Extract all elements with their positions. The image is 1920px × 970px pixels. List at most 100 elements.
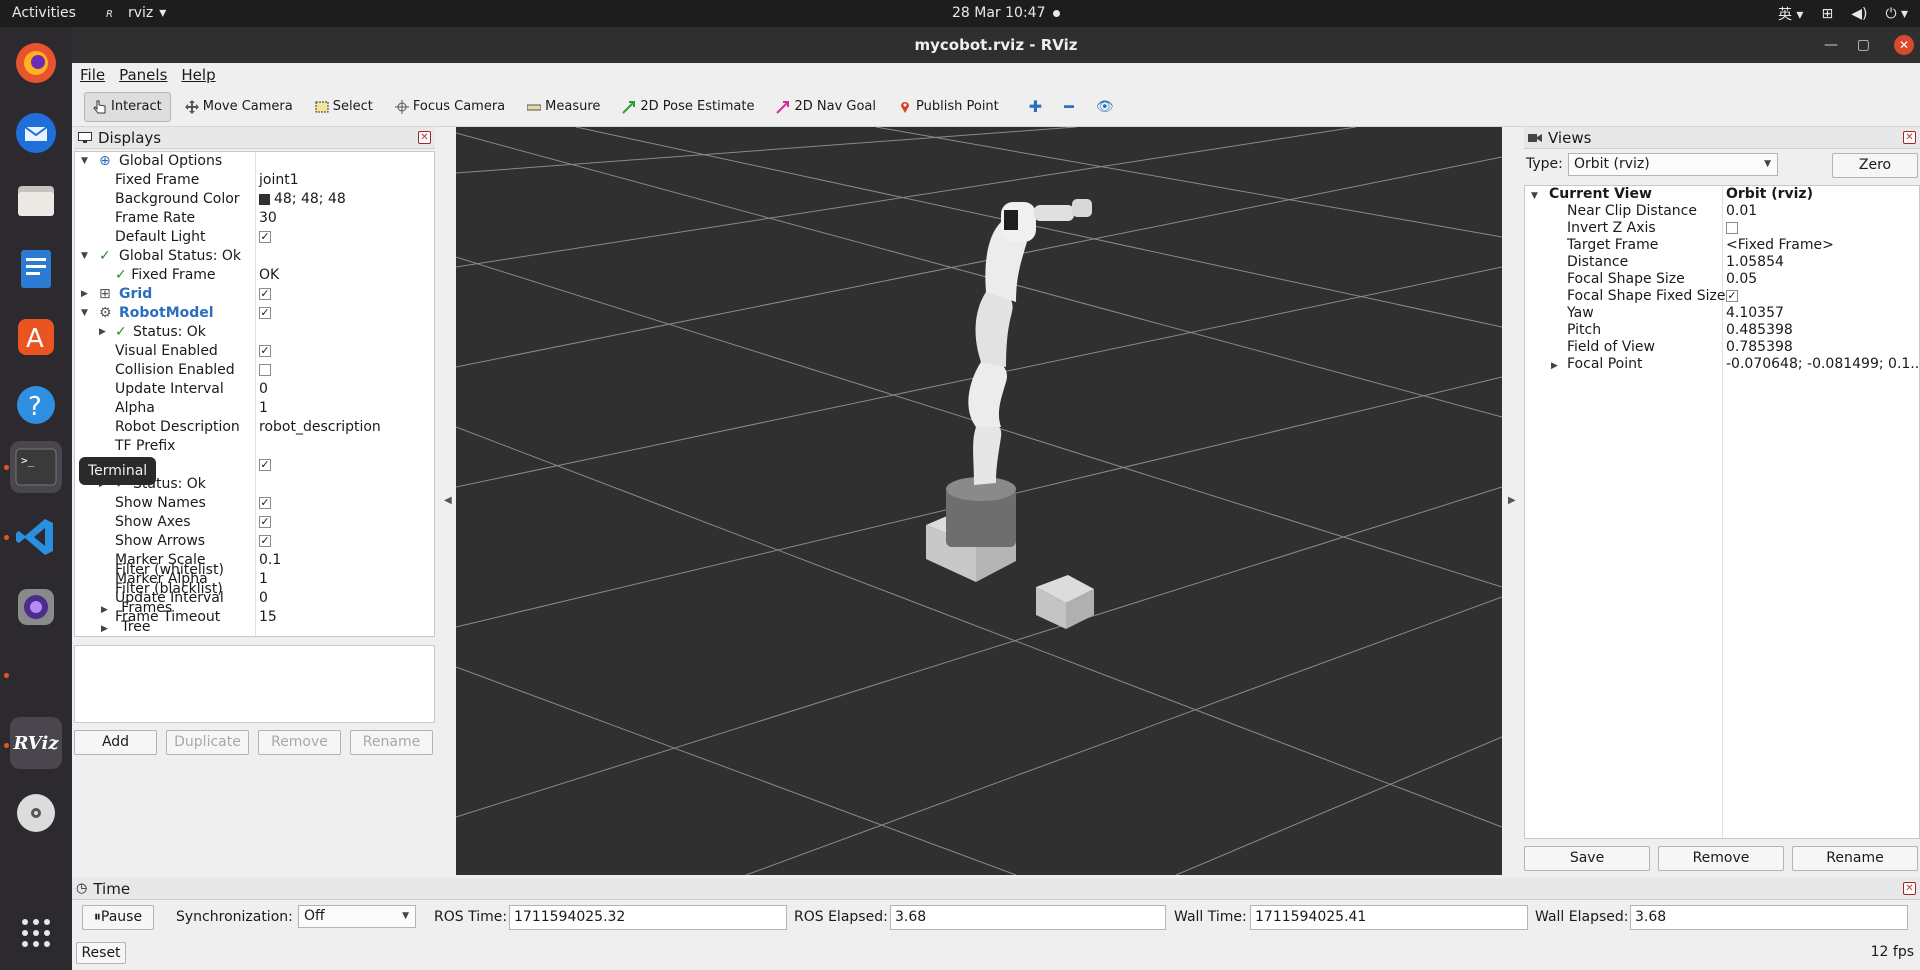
checkbox-checked[interactable]: ✓ bbox=[1726, 290, 1738, 302]
interact-tool-button[interactable]: Interact bbox=[84, 91, 171, 122]
dock-rviz[interactable]: RViz bbox=[10, 717, 62, 769]
prop-target-frame-value[interactable]: <Fixed Frame> bbox=[1726, 237, 1834, 254]
prop-filter-blacklist[interactable]: Filter (blacklist) bbox=[115, 580, 223, 599]
dock-firefox[interactable] bbox=[10, 37, 62, 89]
focus-camera-tool-button[interactable]: Focus Camera bbox=[387, 92, 513, 122]
ros-time-field[interactable]: 1711594025.32 bbox=[509, 905, 787, 930]
prop-status-fixed-frame-value[interactable]: OK bbox=[259, 266, 279, 285]
save-view-button[interactable]: Save bbox=[1524, 846, 1650, 871]
tf-enabled-checkbox[interactable]: ✓ bbox=[259, 456, 271, 475]
system-tray[interactable]: 英 ▾ ⊞ ◀) ⏻ ▾ bbox=[1778, 4, 1908, 24]
remove-display-button[interactable]: Remove bbox=[258, 730, 341, 755]
rename-display-button[interactable]: Rename bbox=[350, 730, 433, 755]
3d-viewport[interactable] bbox=[456, 127, 1502, 875]
left-splitter-handle[interactable]: ◀ bbox=[444, 495, 452, 506]
prop-update-interval[interactable]: Update Interval bbox=[115, 380, 224, 399]
wall-time-field[interactable]: 1711594025.41 bbox=[1250, 905, 1528, 930]
grid-enabled-checkbox[interactable]: ✓ bbox=[259, 285, 271, 304]
tool-properties-button[interactable]: 👁 bbox=[1088, 92, 1122, 122]
dock-thunderbird[interactable] bbox=[10, 107, 62, 159]
menu-panels[interactable]: Panels bbox=[119, 66, 167, 84]
prop-alpha-value[interactable]: 1 bbox=[259, 399, 268, 418]
tree-row-focal-point[interactable]: ▶ Focal Point bbox=[1551, 356, 1643, 373]
visual-enabled-checkbox[interactable]: ✓ bbox=[259, 342, 271, 361]
prop-background-color[interactable]: Background Color bbox=[115, 190, 240, 209]
checkbox-checked[interactable]: ✓ bbox=[259, 231, 271, 243]
prop-yaw-value[interactable]: 4.10357 bbox=[1726, 305, 1784, 322]
collapsed-arrow-icon[interactable]: ▶ bbox=[1551, 361, 1558, 371]
prop-distance[interactable]: Distance bbox=[1567, 254, 1628, 271]
minimize-icon[interactable]: — bbox=[1824, 27, 1838, 63]
prop-marker-alpha-value[interactable]: 1 bbox=[259, 570, 268, 589]
select-tool-button[interactable]: Select bbox=[307, 92, 381, 122]
prop-show-axes[interactable]: Show Axes bbox=[115, 513, 191, 532]
tree-row-current-view[interactable]: ▼ Current View bbox=[1531, 186, 1652, 203]
robot-model-enabled-checkbox[interactable]: ✓ bbox=[259, 304, 271, 323]
prop-marker-scale-value[interactable]: 0.1 bbox=[259, 551, 281, 570]
expand-arrow-icon[interactable]: ▼ bbox=[81, 152, 88, 171]
close-panel-icon[interactable]: ✕ bbox=[418, 131, 431, 144]
checkbox-checked[interactable]: ✓ bbox=[259, 516, 271, 528]
prop-focal-shape-size-value[interactable]: 0.05 bbox=[1726, 271, 1757, 288]
zero-view-button[interactable]: Zero bbox=[1832, 153, 1918, 178]
prop-invert-z[interactable]: Invert Z Axis bbox=[1567, 220, 1656, 237]
checkbox-unchecked[interactable] bbox=[1726, 222, 1738, 234]
checkbox-checked[interactable]: ✓ bbox=[259, 307, 271, 319]
collapsed-arrow-icon[interactable]: ▶ bbox=[101, 624, 108, 634]
expand-arrow-icon[interactable]: ▼ bbox=[1531, 191, 1538, 201]
sync-select[interactable]: Off ▼ bbox=[298, 905, 416, 928]
checkbox-checked[interactable]: ✓ bbox=[259, 535, 271, 547]
dock-app-center[interactable]: A bbox=[10, 311, 62, 363]
expand-arrow-icon[interactable]: ▼ bbox=[81, 304, 88, 323]
prop-near-clip-value[interactable]: 0.01 bbox=[1726, 203, 1757, 220]
tree-row-tree[interactable]: ▶ Tree bbox=[101, 618, 150, 637]
prop-focal-point-value[interactable]: -0.070648; -0.081499; 0.1... bbox=[1726, 356, 1920, 373]
prop-tf-update-interval-value[interactable]: 0 bbox=[259, 589, 268, 608]
dock-files[interactable] bbox=[10, 175, 62, 227]
expand-arrow-icon[interactable]: ▼ bbox=[81, 247, 88, 266]
prop-status-fixed-frame[interactable]: ✓ Fixed Frame bbox=[115, 266, 216, 285]
dock-camera[interactable] bbox=[10, 581, 62, 633]
app-menu[interactable]: R rviz ▾ bbox=[106, 5, 166, 21]
checkbox-unchecked[interactable] bbox=[259, 364, 271, 376]
default-light-checkbox[interactable]: ✓ bbox=[259, 228, 271, 247]
prop-fixed-frame-value[interactable]: joint1 bbox=[259, 171, 299, 190]
wall-elapsed-field[interactable]: 3.68 bbox=[1630, 905, 1908, 930]
nav-goal-tool-button[interactable]: 2D Nav Goal bbox=[768, 92, 884, 122]
clock[interactable]: 28 Mar 10:47 bbox=[952, 5, 1045, 21]
dock-disc[interactable] bbox=[10, 787, 62, 839]
dock-writer[interactable] bbox=[10, 243, 62, 295]
maximize-icon[interactable]: ▢ bbox=[1857, 27, 1870, 63]
add-tool-button[interactable]: ✚ bbox=[1021, 92, 1050, 122]
rename-view-button[interactable]: Rename bbox=[1792, 846, 1918, 871]
remove-tool-button[interactable]: ━ bbox=[1056, 92, 1082, 122]
prop-frame-rate[interactable]: Frame Rate bbox=[115, 209, 195, 228]
prop-robot-description[interactable]: Robot Description bbox=[115, 418, 240, 437]
prop-show-names[interactable]: Show Names bbox=[115, 494, 206, 513]
show-arrows-checkbox[interactable]: ✓ bbox=[259, 532, 271, 551]
prop-target-frame[interactable]: Target Frame bbox=[1567, 237, 1658, 254]
close-panel-icon[interactable]: ✕ bbox=[1903, 131, 1916, 144]
prop-frame-timeout-value[interactable]: 15 bbox=[259, 608, 277, 627]
reset-button[interactable]: Reset bbox=[76, 942, 126, 964]
prop-robot-description-value[interactable]: robot_description bbox=[259, 418, 381, 437]
publish-point-tool-button[interactable]: Publish Point bbox=[890, 92, 1007, 122]
prop-alpha[interactable]: Alpha bbox=[115, 399, 155, 418]
dock-vscode[interactable] bbox=[10, 511, 62, 563]
prop-show-arrows[interactable]: Show Arrows bbox=[115, 532, 205, 551]
right-splitter-handle[interactable]: ▶ bbox=[1508, 495, 1516, 506]
input-method-indicator[interactable]: 英 ▾ bbox=[1778, 4, 1803, 24]
prop-fixed-frame[interactable]: Fixed Frame bbox=[115, 171, 199, 190]
checkbox-checked[interactable]: ✓ bbox=[259, 288, 271, 300]
prop-distance-value[interactable]: 1.05854 bbox=[1726, 254, 1784, 271]
collapsed-arrow-icon[interactable]: ▶ bbox=[81, 285, 88, 304]
close-panel-icon[interactable]: ✕ bbox=[1903, 882, 1916, 895]
prop-focal-shape-size[interactable]: Focal Shape Size bbox=[1567, 271, 1685, 288]
prop-collision-enabled[interactable]: Collision Enabled bbox=[115, 361, 235, 380]
3d-scene[interactable] bbox=[456, 127, 1502, 875]
checkbox-checked[interactable]: ✓ bbox=[259, 497, 271, 509]
activities-button[interactable]: Activities bbox=[12, 5, 76, 21]
prop-pitch-value[interactable]: 0.485398 bbox=[1726, 322, 1793, 339]
close-icon[interactable]: ✕ bbox=[1894, 35, 1914, 55]
invert-z-checkbox[interactable] bbox=[1726, 220, 1738, 237]
